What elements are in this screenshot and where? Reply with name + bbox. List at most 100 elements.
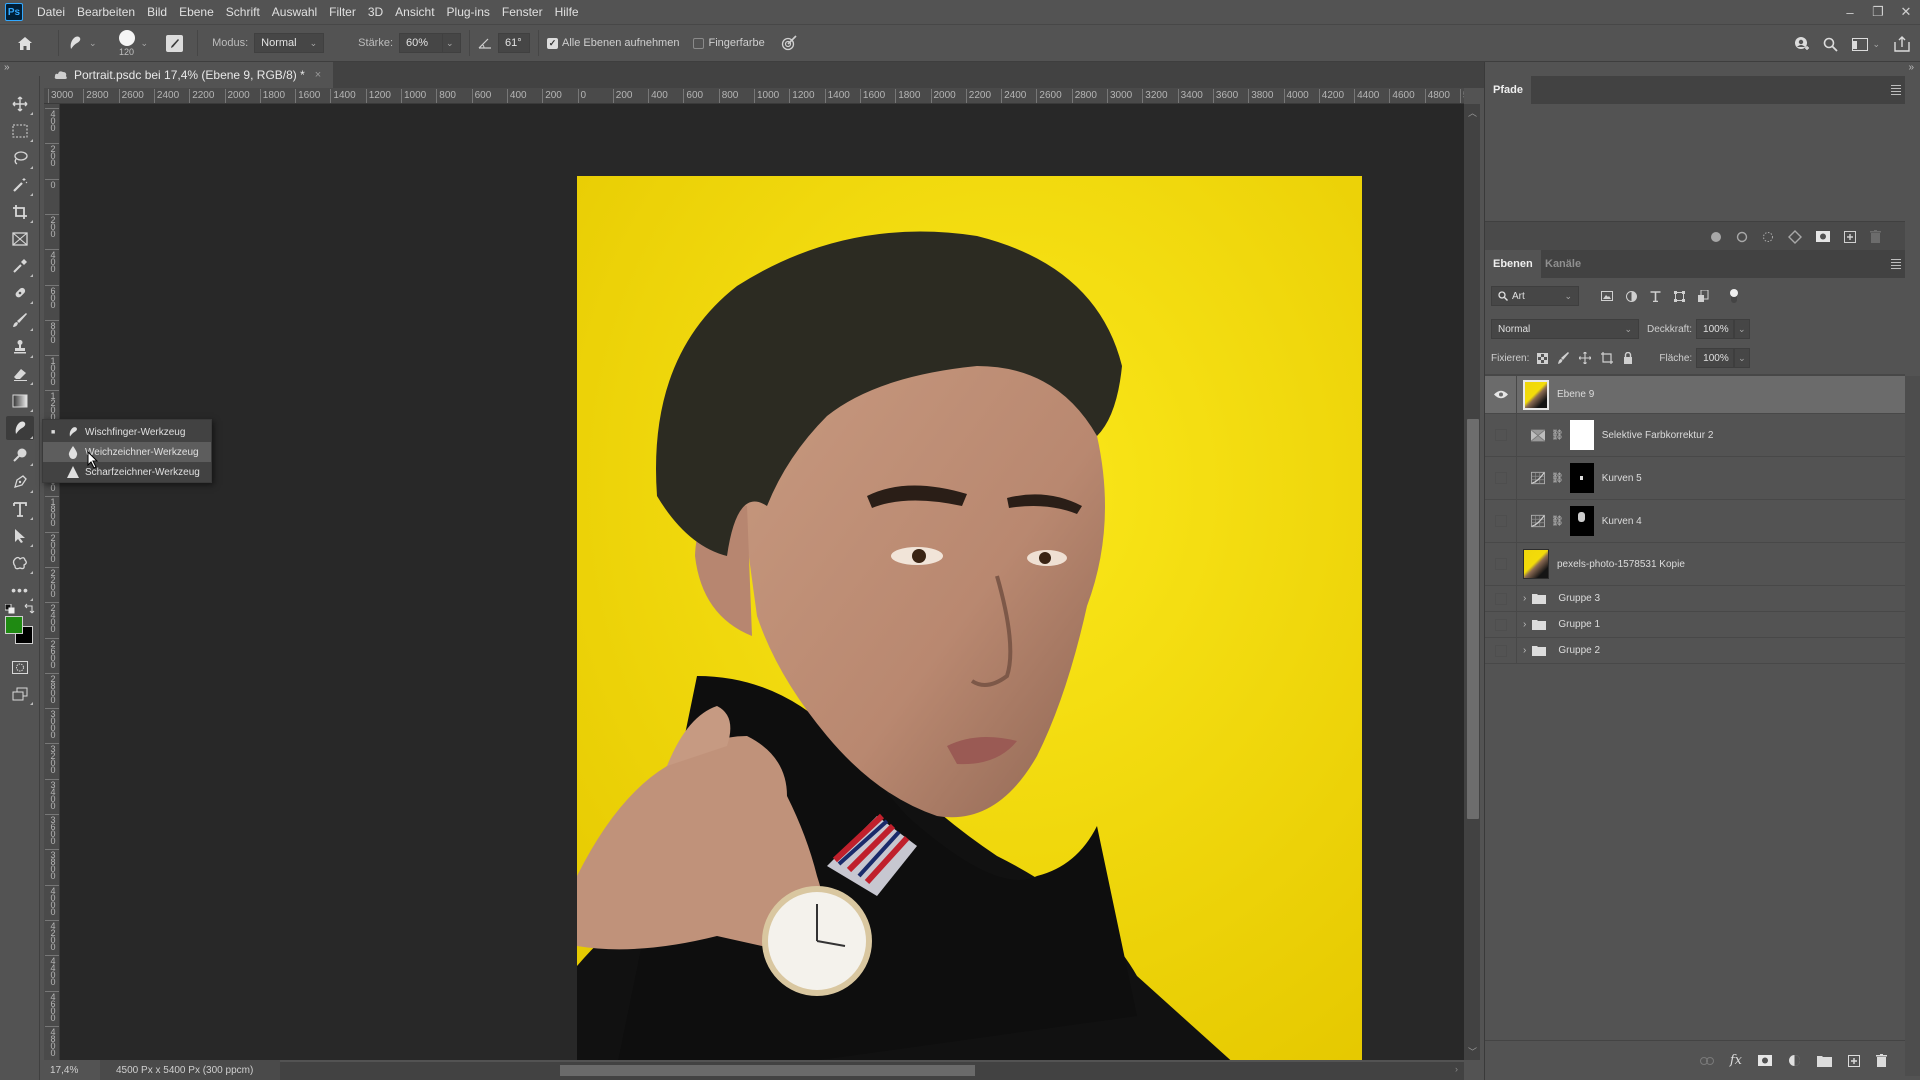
filter-type-icon[interactable]: [1650, 290, 1661, 302]
brush-picker[interactable]: 120: [118, 29, 135, 57]
more-tools-button[interactable]: •••: [6, 578, 34, 602]
delete-path-icon[interactable]: [1870, 230, 1881, 243]
make-work-path-icon[interactable]: [1788, 229, 1802, 244]
eraser-tool[interactable]: [6, 362, 34, 386]
eyedropper-tool[interactable]: [6, 254, 34, 278]
smudge-tool[interactable]: [6, 416, 34, 440]
expand-chevron-icon[interactable]: ›: [1523, 619, 1526, 630]
panel-menu-icon[interactable]: [1891, 259, 1901, 271]
menu-hilfe[interactable]: Hilfe: [549, 0, 585, 24]
menu-3d[interactable]: 3D: [362, 0, 389, 24]
gradient-tool[interactable]: [6, 389, 34, 413]
lock-all-icon[interactable]: [1623, 352, 1633, 364]
path-selection-tool[interactable]: [6, 524, 34, 548]
default-colors-button[interactable]: [5, 604, 15, 614]
scroll-down-icon[interactable]: ﹀: [1468, 1045, 1477, 1058]
document-tab[interactable]: Portrait.psdc bei 17,4% (Ebene 9, RGB/8)…: [44, 62, 334, 88]
chain-link-icon[interactable]: ⛓: [1551, 430, 1564, 441]
mode-select[interactable]: Normal ⌄: [254, 33, 325, 53]
move-tool[interactable]: [6, 92, 34, 116]
filter-smart-object-icon[interactable]: [1698, 290, 1709, 302]
menu-auswahl[interactable]: Auswahl: [266, 0, 323, 24]
restore-button[interactable]: ❐: [1864, 0, 1892, 24]
visibility-toggle[interactable]: [1485, 586, 1517, 611]
visibility-toggle[interactable]: [1485, 638, 1517, 663]
menu-fenster[interactable]: Fenster: [496, 0, 549, 24]
panel-menu-icon[interactable]: [1891, 85, 1901, 97]
visibility-toggle[interactable]: [1485, 543, 1517, 585]
zoom-level[interactable]: 17,4%: [40, 1065, 100, 1076]
tab-pfade[interactable]: Pfade: [1485, 76, 1531, 104]
layer-row-gruppe-1[interactable]: › Gruppe 1: [1485, 612, 1905, 638]
menu-filter[interactable]: Filter: [323, 0, 362, 24]
custom-shape-tool[interactable]: [6, 551, 34, 575]
layer-row-pexels-photo-kopie[interactable]: pexels-photo-1578531 Kopie: [1485, 543, 1905, 586]
search-icon[interactable]: [1823, 37, 1839, 52]
load-selection-icon[interactable]: [1762, 231, 1774, 243]
frame-tool[interactable]: [6, 227, 34, 251]
add-mask-icon[interactable]: [1816, 231, 1830, 242]
expand-chevron-icon[interactable]: ›: [1523, 645, 1526, 656]
opacity-dropdown[interactable]: ⌄: [1734, 319, 1751, 339]
lock-artboard-icon[interactable]: [1601, 352, 1614, 364]
close-tab-icon[interactable]: ×: [315, 69, 321, 81]
visibility-toggle[interactable]: [1485, 414, 1517, 456]
new-layer-icon[interactable]: [1848, 1054, 1860, 1067]
fill-dropdown[interactable]: ⌄: [1734, 348, 1751, 368]
home-button[interactable]: [0, 36, 50, 51]
menu-datei[interactable]: Datei: [31, 0, 71, 24]
fx-icon[interactable]: fx: [1730, 1053, 1742, 1068]
horizontal-scroll-thumb[interactable]: [560, 1065, 975, 1076]
pen-tool[interactable]: [6, 470, 34, 494]
brush-settings-button[interactable]: [166, 34, 184, 52]
adjustment-layer-icon[interactable]: [1788, 1054, 1801, 1067]
finger-painting-checkbox[interactable]: Fingerfarbe: [693, 37, 765, 49]
link-layers-icon[interactable]: [1699, 1056, 1714, 1065]
tab-kanaele[interactable]: Kanäle: [1537, 250, 1589, 278]
share-icon[interactable]: [1894, 36, 1910, 52]
delete-layer-icon[interactable]: [1876, 1054, 1887, 1067]
collapse-toolbar-button[interactable]: »: [0, 62, 44, 76]
lasso-tool[interactable]: [6, 146, 34, 170]
chain-link-icon[interactable]: ⛓: [1551, 516, 1564, 527]
menu-ebene[interactable]: Ebene: [173, 0, 220, 24]
user-share-icon[interactable]: [1793, 36, 1810, 52]
screen-mode-button[interactable]: [6, 682, 34, 706]
layer-mask-thumbnail[interactable]: [1569, 463, 1594, 493]
layer-filter-select[interactable]: Art ⌄: [1491, 286, 1579, 306]
new-group-icon[interactable]: [1817, 1055, 1832, 1067]
layer-row-ebene-9[interactable]: Ebene 9: [1485, 376, 1905, 414]
layer-row-gruppe-3[interactable]: › Gruppe 3: [1485, 586, 1905, 612]
minimize-button[interactable]: –: [1836, 0, 1864, 24]
lock-position-icon[interactable]: [1579, 352, 1592, 364]
magic-wand-tool[interactable]: [6, 173, 34, 197]
lock-paint-icon[interactable]: [1558, 352, 1570, 364]
expand-chevron-icon[interactable]: ›: [1523, 593, 1526, 604]
scroll-up-icon[interactable]: ︿: [1468, 106, 1477, 119]
foreground-color-swatch[interactable]: [5, 616, 23, 634]
new-path-icon[interactable]: [1844, 230, 1856, 243]
tab-ebenen[interactable]: Ebenen: [1485, 250, 1541, 278]
quick-mask-button[interactable]: [6, 655, 34, 679]
marquee-tool[interactable]: [6, 119, 34, 143]
lock-transparent-icon[interactable]: [1537, 352, 1549, 364]
healing-brush-tool[interactable]: [6, 281, 34, 305]
portrait-image[interactable]: [577, 176, 1362, 1060]
close-window-button[interactable]: ✕: [1892, 0, 1920, 24]
blend-mode-select[interactable]: Normal ⌄: [1491, 319, 1639, 339]
visibility-toggle[interactable]: [1485, 500, 1517, 542]
chevron-down-icon[interactable]: ⌄: [141, 38, 149, 49]
visibility-toggle[interactable]: [1485, 457, 1517, 499]
layer-row-kurven-4[interactable]: ⛓ Kurven 4: [1485, 500, 1905, 543]
type-tool[interactable]: [6, 497, 34, 521]
chain-link-icon[interactable]: ⛓: [1551, 473, 1564, 484]
collapse-panels-button[interactable]: »: [1908, 62, 1914, 73]
layer-row-selektive-farbkorrektur-2[interactable]: ⛓ Selektive Farbkorrektur 2: [1485, 414, 1905, 457]
filter-toggle[interactable]: [1730, 289, 1738, 303]
menu-ansicht[interactable]: Ansicht: [389, 0, 440, 24]
vertical-scrollbar[interactable]: ︿ ﹀: [1464, 104, 1480, 1060]
angle-input[interactable]: 61°: [498, 33, 531, 53]
menu-bearbeiten[interactable]: Bearbeiten: [71, 0, 141, 24]
layer-mask-thumbnail[interactable]: [1569, 420, 1594, 450]
strength-input[interactable]: 60%: [399, 33, 444, 53]
